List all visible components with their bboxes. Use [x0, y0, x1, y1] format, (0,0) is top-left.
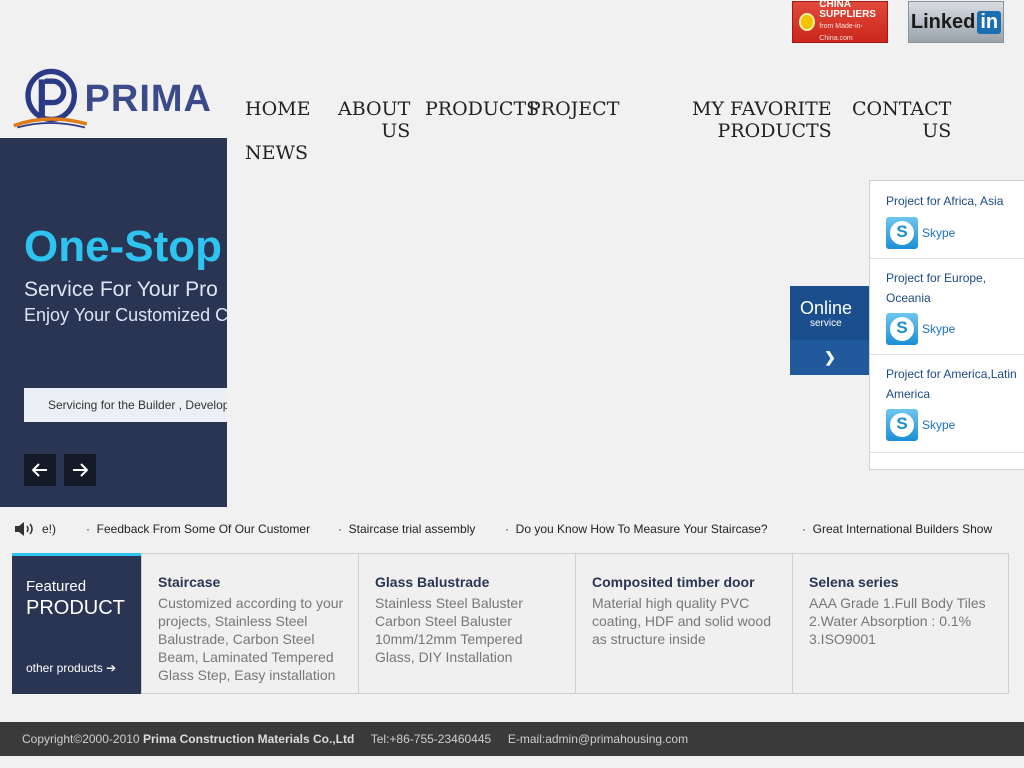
news-ticker: e!) · Feedback From Some Of Our Customer… [12, 518, 1008, 542]
skype-link[interactable]: Skype [886, 313, 955, 345]
arrow-left-icon [32, 463, 47, 477]
skype-label: Skype [922, 226, 956, 240]
nav-project[interactable]: PROJECT [528, 98, 619, 120]
contact-block-title: Project for Africa, Asia [886, 194, 1004, 208]
nav-about-us[interactable]: ABOUT US [338, 98, 410, 142]
made-in-china-badge[interactable]: CHINA SUPPLIERS from Made-in-China.com [792, 0, 888, 44]
online-contact-panel: Project for Africa, Asia Skype Project f… [869, 180, 1024, 470]
skype-label: Skype [922, 322, 956, 336]
other-products-label: other products [26, 661, 103, 675]
nav-news[interactable]: NEWS [245, 142, 308, 164]
ticker-item[interactable]: · Feedback From Some Of Our Customer [86, 522, 310, 536]
footer-phone: Tel:+86-755-23460445 [370, 732, 492, 746]
product-title: Selena series [809, 574, 899, 590]
footer-copyright: Copyright©2000-2010 [22, 732, 140, 746]
other-products-link[interactable]: other products ➔ [26, 661, 116, 675]
chevron-right-icon: ❯ [790, 340, 870, 375]
product-card-glass-balustrade[interactable]: Glass Balustrade Stainless Steel Baluste… [358, 554, 575, 693]
featured-product-label: PRODUCT [26, 597, 125, 619]
arrow-right-icon [73, 463, 88, 477]
product-description: Material high quality PVC coating, HDF a… [592, 595, 771, 647]
ticker-item-label: Do you Know How To Measure Your Staircas… [515, 522, 768, 536]
skype-icon [886, 409, 918, 441]
china-badge-line3: from Made-in-China.com [819, 23, 863, 42]
skype-link[interactable]: Skype [886, 217, 955, 249]
online-service-tab[interactable]: Online service ❯ [790, 286, 870, 375]
nav-home[interactable]: HOME [245, 98, 310, 120]
nav-contact-label-2: US [922, 120, 952, 142]
hero-caption-bar: Servicing for the Builder , Develop [24, 388, 227, 422]
hero-banner: One-Stop Service For Your Pro Enjoy Your… [0, 138, 227, 507]
main-navigation: HOME ABOUT US PRODUCTS PROJECT MY FAVORI… [238, 96, 958, 176]
prima-logo-icon [13, 68, 88, 129]
slider-prev-button[interactable] [24, 454, 56, 486]
ticker-item-label: Feedback From Some Of Our Customer [96, 522, 311, 536]
footer-email[interactable]: E-mail:admin@primahousing.com [508, 732, 688, 746]
product-description: Stainless Steel Baluster Carbon Steel Ba… [375, 595, 523, 665]
footer: Copyright©2000-2010 Prima Construction M… [0, 722, 1024, 756]
product-card-staircase[interactable]: Staircase Customized according to your p… [141, 554, 358, 693]
featured-header: Featured PRODUCT other products ➔ [12, 553, 141, 694]
contact-block-america: Project for America,Latin America Skype [870, 355, 1024, 453]
china-supplier-logo-icon [799, 13, 816, 31]
contact-block-europe-oceania: Project for Europe, Oceania Skype [870, 259, 1024, 355]
nav-about-label-2: US [381, 120, 411, 142]
linkedin-text: Linked [910, 10, 976, 33]
skype-icon [886, 217, 918, 249]
ticker-item[interactable]: e!) [42, 522, 56, 536]
nav-about-label: ABOUT [338, 98, 411, 120]
contact-block-africa-asia: Project for Africa, Asia Skype [870, 181, 1024, 259]
online-service-subtitle: service [810, 318, 842, 329]
nav-my-favorite-products[interactable]: MY FAVORITE PRODUCTS [692, 98, 832, 142]
hero-title: One-Stop [24, 222, 222, 271]
product-title: Staircase [158, 574, 221, 590]
arrow-right-icon: ➔ [106, 661, 117, 675]
nav-favorite-label: MY FAVORITE [692, 98, 832, 120]
ticker-item[interactable]: · Great International Builders Show [802, 522, 992, 536]
product-description: Customized according to your projects, S… [158, 595, 344, 683]
skype-icon [886, 313, 918, 345]
nav-contact-us[interactable]: CONTACT US [852, 98, 951, 142]
featured-products-section: Featured PRODUCT other products ➔ Stairc… [12, 553, 1009, 694]
ticker-item[interactable]: · Staircase trial assembly [338, 522, 475, 536]
slider-next-button[interactable] [64, 454, 96, 486]
online-service-title: Online [800, 298, 853, 318]
contact-block-title: Project for Europe, Oceania [886, 271, 987, 305]
contact-block-title: Project for America,Latin America [886, 367, 1017, 401]
product-description: AAA Grade 1.Full Body Tiles 2.Water Abso… [809, 595, 986, 647]
hero-subtitle-2: Enjoy Your Customized C [24, 305, 227, 325]
nav-favorite-label-2: PRODUCTS [717, 120, 832, 142]
ticker-item[interactable]: · Do you Know How To Measure Your Stairc… [505, 522, 768, 536]
china-badge-text: CHINA SUPPLIERS from Made-in-China.com [819, 0, 887, 44]
product-title: Composited timber door [592, 574, 755, 590]
skype-label: Skype [922, 418, 956, 432]
product-card-composited-timber-door[interactable]: Composited timber door Material high qua… [575, 554, 792, 693]
ticker-item-label: Staircase trial assembly [348, 522, 476, 536]
logo-wordmark: PRIMA [84, 77, 212, 120]
linkedin-in-icon: in [977, 10, 1002, 34]
product-card-selena-series[interactable]: Selena series AAA Grade 1.Full Body Tile… [792, 554, 1009, 693]
skype-link[interactable]: Skype [886, 409, 955, 441]
nav-contact-label: CONTACT [852, 98, 952, 120]
footer-company: Prima Construction Materials Co.,Ltd [142, 732, 355, 746]
ticker-item-label: Great International Builders Show [812, 522, 993, 536]
product-title: Glass Balustrade [375, 574, 490, 590]
hero-subtitle: Service For Your Pro [24, 278, 218, 301]
china-badge-line2: SUPPLIERS [819, 9, 876, 20]
featured-label: Featured [26, 578, 87, 595]
prima-logo[interactable]: PRIMA [12, 64, 212, 134]
nav-products[interactable]: PRODUCTS [425, 98, 539, 120]
linkedin-badge[interactable]: Linked in [908, 1, 1004, 43]
speaker-icon [15, 522, 33, 536]
